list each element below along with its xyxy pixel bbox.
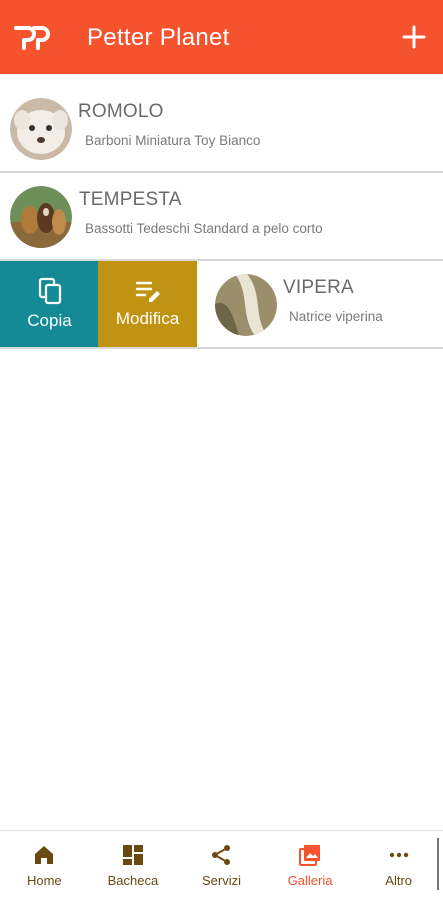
- app-bar: Petter Planet: [0, 0, 443, 74]
- nav-label: Altro: [385, 873, 413, 888]
- pet-breed: Natrice viperina: [289, 309, 383, 324]
- pet-avatar: [10, 186, 72, 248]
- nav-home[interactable]: Home: [0, 831, 89, 900]
- home-icon: [35, 846, 54, 864]
- pet-avatar: [10, 98, 72, 160]
- list-item[interactable]: TEMPESTA Bassotti Tedeschi Standard a pe…: [0, 173, 443, 261]
- pet-name: ROMOLO: [78, 101, 164, 122]
- petter-planet-logo: [14, 26, 50, 50]
- nav-label: Servizi: [201, 873, 241, 888]
- list-item-swiped[interactable]: Copia Modifica VIPERA Natrice viperina: [0, 261, 443, 349]
- gallery-icon: [299, 845, 321, 866]
- list-item[interactable]: ROMOLO Barboni Miniatura Toy Bianco: [0, 85, 443, 173]
- add-icon[interactable]: [401, 24, 427, 50]
- edit-button[interactable]: Modifica: [98, 261, 197, 347]
- pet-breed: Barboni Miniatura Toy Bianco: [85, 133, 261, 148]
- copy-icon: [38, 277, 61, 305]
- pet-breed: Bassotti Tedeschi Standard a pelo corto: [85, 221, 323, 236]
- nav-galleria[interactable]: Galleria: [266, 831, 355, 900]
- nav-servizi[interactable]: Servizi: [177, 831, 266, 900]
- pet-name: TEMPESTA: [79, 189, 182, 210]
- nav-label: Galleria: [287, 873, 333, 888]
- nav-altro[interactable]: Altro: [354, 831, 443, 900]
- dashboard-icon: [122, 845, 143, 865]
- pet-list: ROMOLO Barboni Miniatura Toy Bianco TEMP…: [0, 85, 443, 349]
- edit-icon: [135, 281, 160, 302]
- app-title: Petter Planet: [87, 24, 230, 51]
- pet-avatar: [215, 274, 277, 336]
- share-icon: [212, 845, 231, 865]
- nav-label: Bacheca: [107, 873, 159, 888]
- nav-divider: [437, 838, 439, 890]
- copy-button[interactable]: Copia: [0, 261, 99, 347]
- edit-label: Modifica: [115, 309, 180, 328]
- nav-bacheca[interactable]: Bacheca: [89, 831, 178, 900]
- bottom-navigation: Home Bacheca Servizi Galleria Altro: [0, 830, 443, 900]
- more-icon: [389, 852, 408, 858]
- copy-label: Copia: [27, 311, 72, 330]
- pet-name: VIPERA: [283, 277, 354, 298]
- nav-label: Home: [26, 873, 62, 888]
